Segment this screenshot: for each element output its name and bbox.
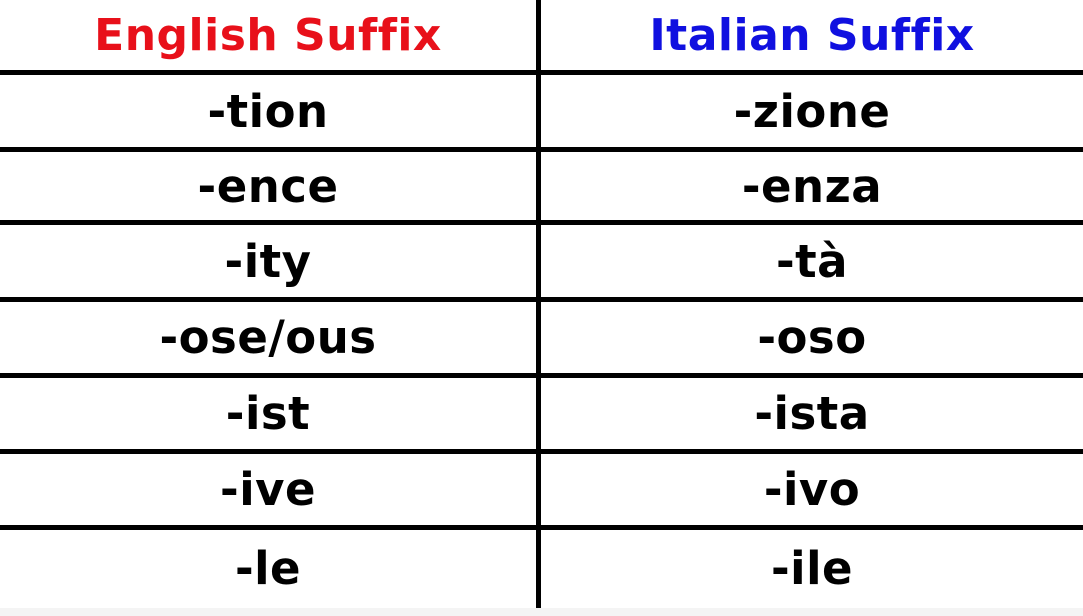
italian-suffix-cell: -enza xyxy=(741,159,883,213)
italian-suffix-cell: -zione xyxy=(733,84,891,138)
bottom-margin xyxy=(0,608,1083,616)
english-suffix-cell: -ose/ous xyxy=(159,311,377,364)
italian-suffix-cell: -ista xyxy=(754,387,870,440)
italian-suffix-cell: -ile xyxy=(770,541,854,595)
header-english-suffix: English Suffix xyxy=(94,10,442,61)
english-suffix-cell: -ive xyxy=(220,463,316,516)
english-suffix-cell: -le xyxy=(234,541,302,595)
suffix-table: English Suffix Italian Suffix -tion -zio… xyxy=(0,0,1083,608)
english-suffix-cell: -ence xyxy=(197,159,339,213)
italian-suffix-cell: -tà xyxy=(775,234,849,288)
english-suffix-cell: -ist xyxy=(225,387,311,440)
italian-suffix-cell: -oso xyxy=(757,311,867,364)
header-italian-suffix: Italian Suffix xyxy=(649,10,975,61)
english-suffix-cell: -ity xyxy=(224,234,312,288)
italian-suffix-cell: -ivo xyxy=(763,463,861,516)
english-suffix-cell: -tion xyxy=(207,84,329,138)
